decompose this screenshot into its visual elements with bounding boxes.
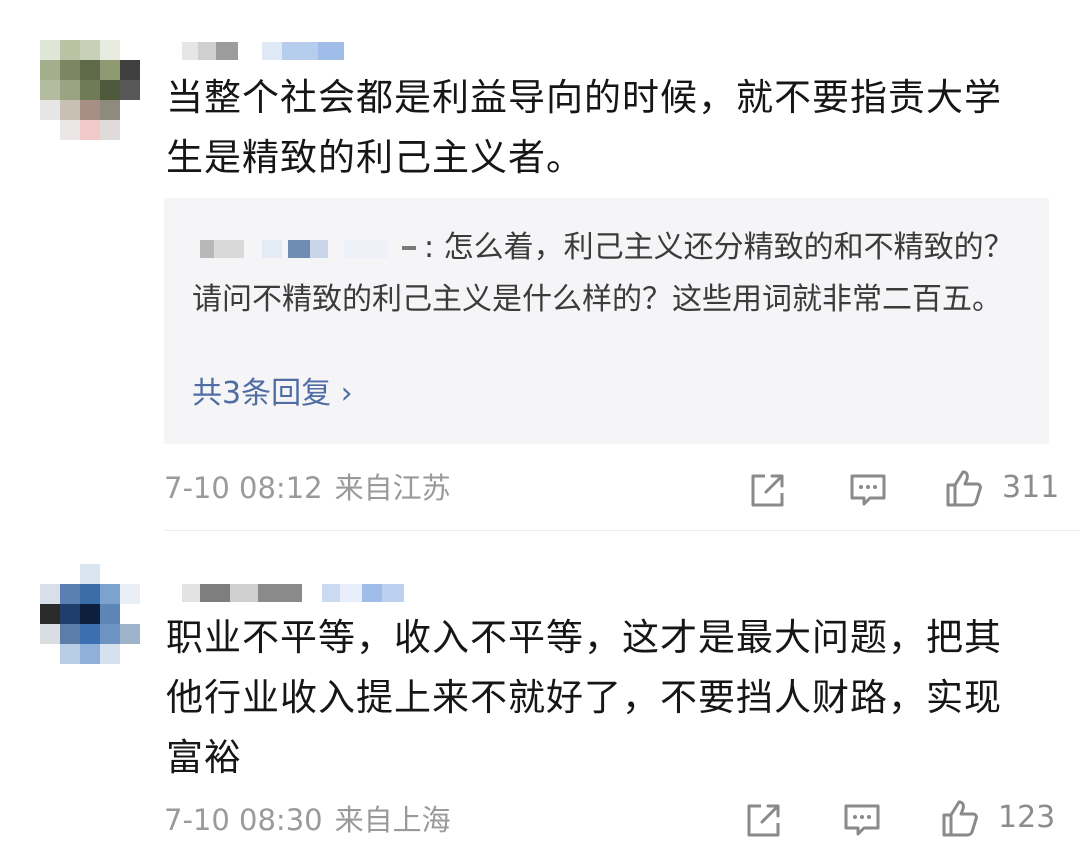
avatar[interactable] xyxy=(40,40,140,140)
avatar[interactable] xyxy=(40,564,140,664)
divider xyxy=(164,530,1080,531)
comment-text: 当整个社会都是利益导向的时候，就不要指责大学生是精致的利己主义者。 xyxy=(166,76,1002,179)
timestamp: 7-10 08:12 xyxy=(164,471,323,505)
reply-preview[interactable]: : 怎么着，利己主义还分精致的和不精致的？请问不精致的利己主义是什么样的？这些用… xyxy=(164,198,1049,444)
comment-meta: 7-10 08:12 来自江苏 xyxy=(164,468,451,508)
like-count: 311 xyxy=(1002,470,1060,505)
view-replies-link[interactable]: 共3条回复 › xyxy=(192,374,353,414)
location: 来自江苏 xyxy=(334,471,451,505)
comment-item: 职业不平等，收入不平等，这才是最大问题，把其他行业收入提上来不就好了，不要挡人财… xyxy=(0,540,1080,846)
location: 来自上海 xyxy=(334,803,451,837)
share-icon[interactable] xyxy=(748,470,788,510)
like-count: 123 xyxy=(998,800,1056,835)
username-redacted[interactable] xyxy=(182,584,404,602)
thumbs-up-icon[interactable] xyxy=(944,468,984,508)
comment-icon[interactable] xyxy=(842,800,882,840)
comment-text: 职业不平等，收入不平等，这才是最大问题，把其他行业收入提上来不就好了，不要挡人财… xyxy=(166,616,1002,779)
comment-item: 当整个社会都是利益导向的时候，就不要指责大学生是精致的利己主义者。 : 怎么着，… xyxy=(0,0,1080,530)
comment-icon[interactable] xyxy=(848,470,888,510)
reply-content: : 怎么着，利己主义还分精致的和不精致的？请问不精致的利己主义是什么样的？这些用… xyxy=(192,222,1022,326)
username-redacted[interactable] xyxy=(182,42,344,60)
timestamp: 7-10 08:30 xyxy=(164,803,323,837)
thumbs-up-icon[interactable] xyxy=(940,798,980,838)
reply-username-redacted[interactable] xyxy=(192,232,424,262)
share-icon[interactable] xyxy=(744,800,784,840)
comment-meta: 7-10 08:30 来自上海 xyxy=(164,800,451,840)
